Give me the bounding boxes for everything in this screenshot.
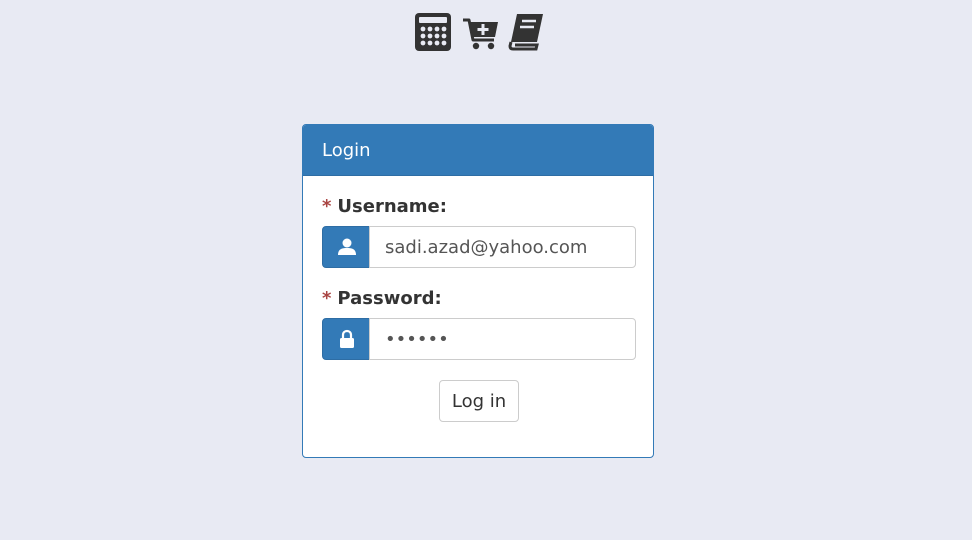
calculator-icon: [415, 13, 451, 51]
password-label-text: Password:: [337, 288, 442, 309]
required-marker: *: [322, 288, 332, 309]
password-addon: [322, 318, 370, 360]
required-marker: *: [322, 196, 332, 217]
cart-plus-icon: [463, 18, 498, 50]
panel-title: Login: [303, 125, 653, 176]
header-icons: [414, 12, 546, 52]
login-panel: Login *Username: *Password: Log in: [302, 124, 654, 458]
book-icon: [508, 14, 543, 51]
username-input[interactable]: [369, 226, 636, 268]
username-label-text: Username:: [337, 196, 447, 217]
username-group: [322, 226, 636, 268]
password-group: [322, 318, 636, 360]
username-addon: [322, 226, 370, 268]
login-button[interactable]: Log in: [439, 380, 519, 422]
password-label: * Password:: [322, 288, 442, 309]
lock-icon: [340, 329, 354, 348]
user-icon: [338, 238, 356, 255]
username-label: * Username:: [322, 196, 447, 217]
password-input[interactable]: [369, 318, 636, 360]
